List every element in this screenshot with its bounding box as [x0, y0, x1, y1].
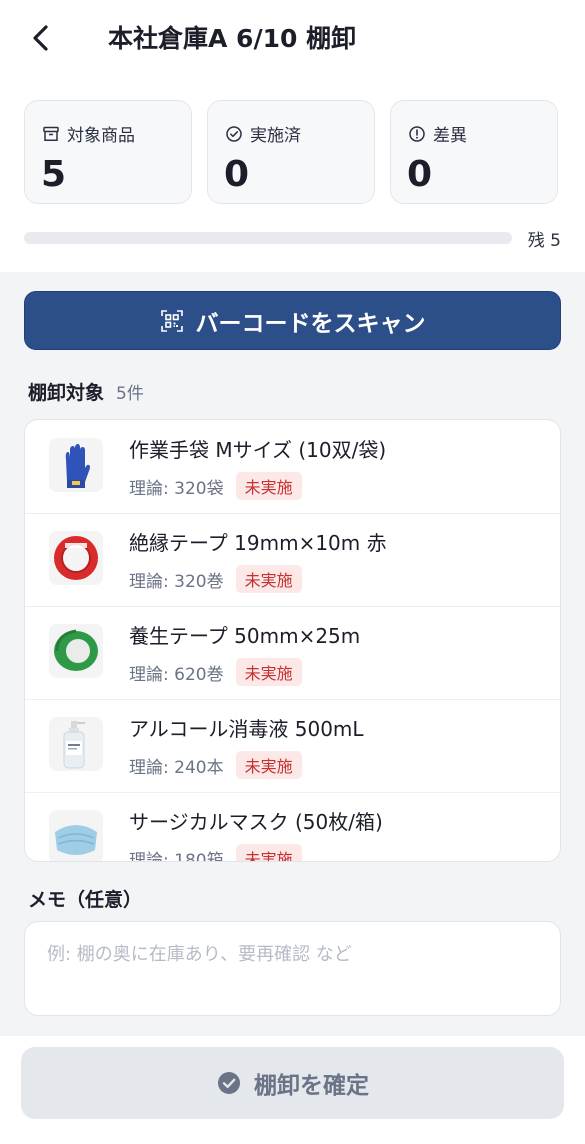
- item-theory-qty: 理論: 180箱: [129, 850, 224, 862]
- stat-label: 差異: [433, 126, 467, 146]
- archive-box-icon: [43, 126, 59, 141]
- list-section-header: 棚卸対象 5件: [28, 378, 144, 405]
- item-theory-qty: 理論: 320巻: [129, 571, 224, 592]
- item-name: アルコール消毒液 500mL: [129, 717, 364, 741]
- check-circle-filled-icon: [218, 1072, 240, 1094]
- top-bar: 本社倉庫A 6/10 棚卸: [0, 0, 585, 80]
- mask-image: [49, 810, 103, 861]
- item-name: 養生テープ 50mm×25m: [129, 624, 361, 648]
- list-item[interactable]: アルコール消毒液 500mL 理論: 240本 未実施: [25, 699, 560, 793]
- item-name: サージカルマスク (50枚/箱): [129, 810, 383, 834]
- stat-value: 5: [41, 154, 67, 195]
- status-badge: 未実施: [235, 472, 302, 500]
- check-circle-icon: [226, 125, 242, 142]
- memo-field[interactable]: [24, 921, 561, 1016]
- remaining-count: 残 5: [527, 231, 561, 251]
- memo-label: メモ（任意）: [28, 889, 143, 911]
- item-theory-qty: 理論: 620巻: [129, 664, 224, 685]
- stat-label: 対象商品: [67, 126, 135, 146]
- glove-image: [49, 438, 103, 492]
- stat-value: 0: [224, 154, 250, 195]
- status-badge: 未実施: [235, 565, 302, 593]
- item-name: 作業手袋 Mサイズ (10双/袋): [129, 438, 387, 462]
- section-count: 5件: [116, 384, 144, 404]
- list-item[interactable]: 作業手袋 Mサイズ (10双/袋) 理論: 320袋 未実施: [25, 420, 560, 514]
- item-name: 絶縁テープ 19mm×10m 赤: [129, 531, 387, 555]
- red-tape-image: [49, 531, 103, 585]
- alert-circle-icon: [409, 125, 425, 142]
- scan-button-label: バーコードをスキャン: [195, 310, 426, 337]
- status-badge: 未実施: [235, 751, 302, 779]
- stat-label: 実施済: [250, 126, 301, 146]
- section-title: 棚卸対象: [28, 382, 105, 404]
- stat-card-completed: 実施済 0: [207, 100, 375, 204]
- status-badge: 未実施: [235, 658, 302, 686]
- confirm-inventory-button[interactable]: 棚卸を確定: [21, 1047, 564, 1119]
- chevron-left-icon[interactable]: [26, 22, 58, 54]
- list-item[interactable]: 養生テープ 50mm×25m 理論: 620巻 未実施: [25, 606, 560, 700]
- stat-value: 0: [407, 154, 433, 195]
- stat-card-target-items: 対象商品 5: [24, 100, 192, 204]
- status-badge: 未実施: [235, 844, 302, 861]
- green-tape-image: [49, 624, 103, 678]
- stat-card-discrepancy: 差異 0: [390, 100, 558, 204]
- scan-barcode-button[interactable]: バーコードをスキャン: [24, 291, 561, 350]
- sanitizer-bottle-image: [49, 717, 103, 771]
- list-item[interactable]: 絶縁テープ 19mm×10m 赤 理論: 320巻 未実施: [25, 513, 560, 607]
- item-theory-qty: 理論: 320袋: [129, 478, 224, 499]
- qr-code-icon: [160, 309, 183, 332]
- confirm-button-label: 棚卸を確定: [254, 1073, 369, 1099]
- list-item[interactable]: サージカルマスク (50枚/箱) 理論: 180箱 未実施: [25, 792, 560, 862]
- page-title: 本社倉庫A 6/10 棚卸: [108, 24, 357, 53]
- item-theory-qty: 理論: 240本: [129, 757, 224, 778]
- progress-bar: [24, 232, 512, 244]
- inventory-item-list[interactable]: 作業手袋 Mサイズ (10双/袋) 理論: 320袋 未実施 絶縁テープ 19m…: [24, 419, 561, 862]
